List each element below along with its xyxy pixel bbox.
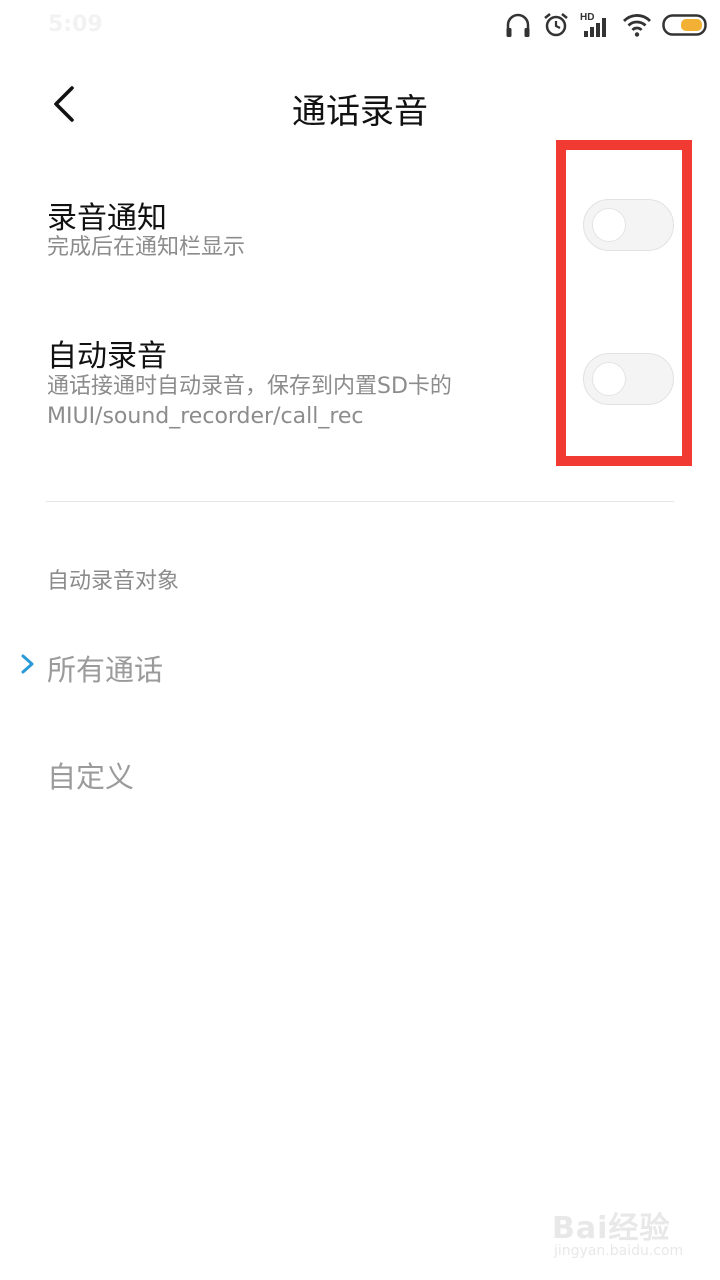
hd-label: HD [580,12,594,23]
status-time: 5:09 [48,12,103,37]
baidu-jingyan-watermark: Bai经验 jingyan.baidu.com [552,1203,692,1265]
hd-signal-icon: HD [580,11,612,39]
divider [46,501,674,502]
setting-title: 录音通知 [47,201,167,236]
section-header: 自动录音对象 [47,569,180,594]
setting-subtitle-line1: 通话接通时自动录音，保存到内置SD卡的 [47,374,452,399]
alarm-icon [542,11,570,39]
setting-subtitle-line2: MIUI/sound_recorder/call_rec [47,404,364,429]
page-title: 通话录音 [292,92,428,132]
wifi-icon [622,12,652,38]
battery-icon [662,13,710,37]
headphones-icon [504,11,532,39]
option-label: 所有通话 [47,653,164,687]
option-all-calls[interactable]: 所有通话 [0,643,720,713]
setting-title: 自动录音 [47,339,167,374]
checkmark-icon [18,649,38,679]
status-bar: 5:09 HD [0,0,720,50]
highlight-box [556,140,692,466]
option-custom[interactable]: 自定义 [0,750,720,820]
option-label: 自定义 [47,760,135,794]
header: 通话录音 [0,60,720,150]
status-icons: HD [504,8,710,42]
setting-subtitle: 完成后在通知栏显示 [47,235,246,260]
watermark-sub: jingyan.baidu.com [554,1243,684,1259]
watermark-main: Bai经验 [552,1211,671,1246]
